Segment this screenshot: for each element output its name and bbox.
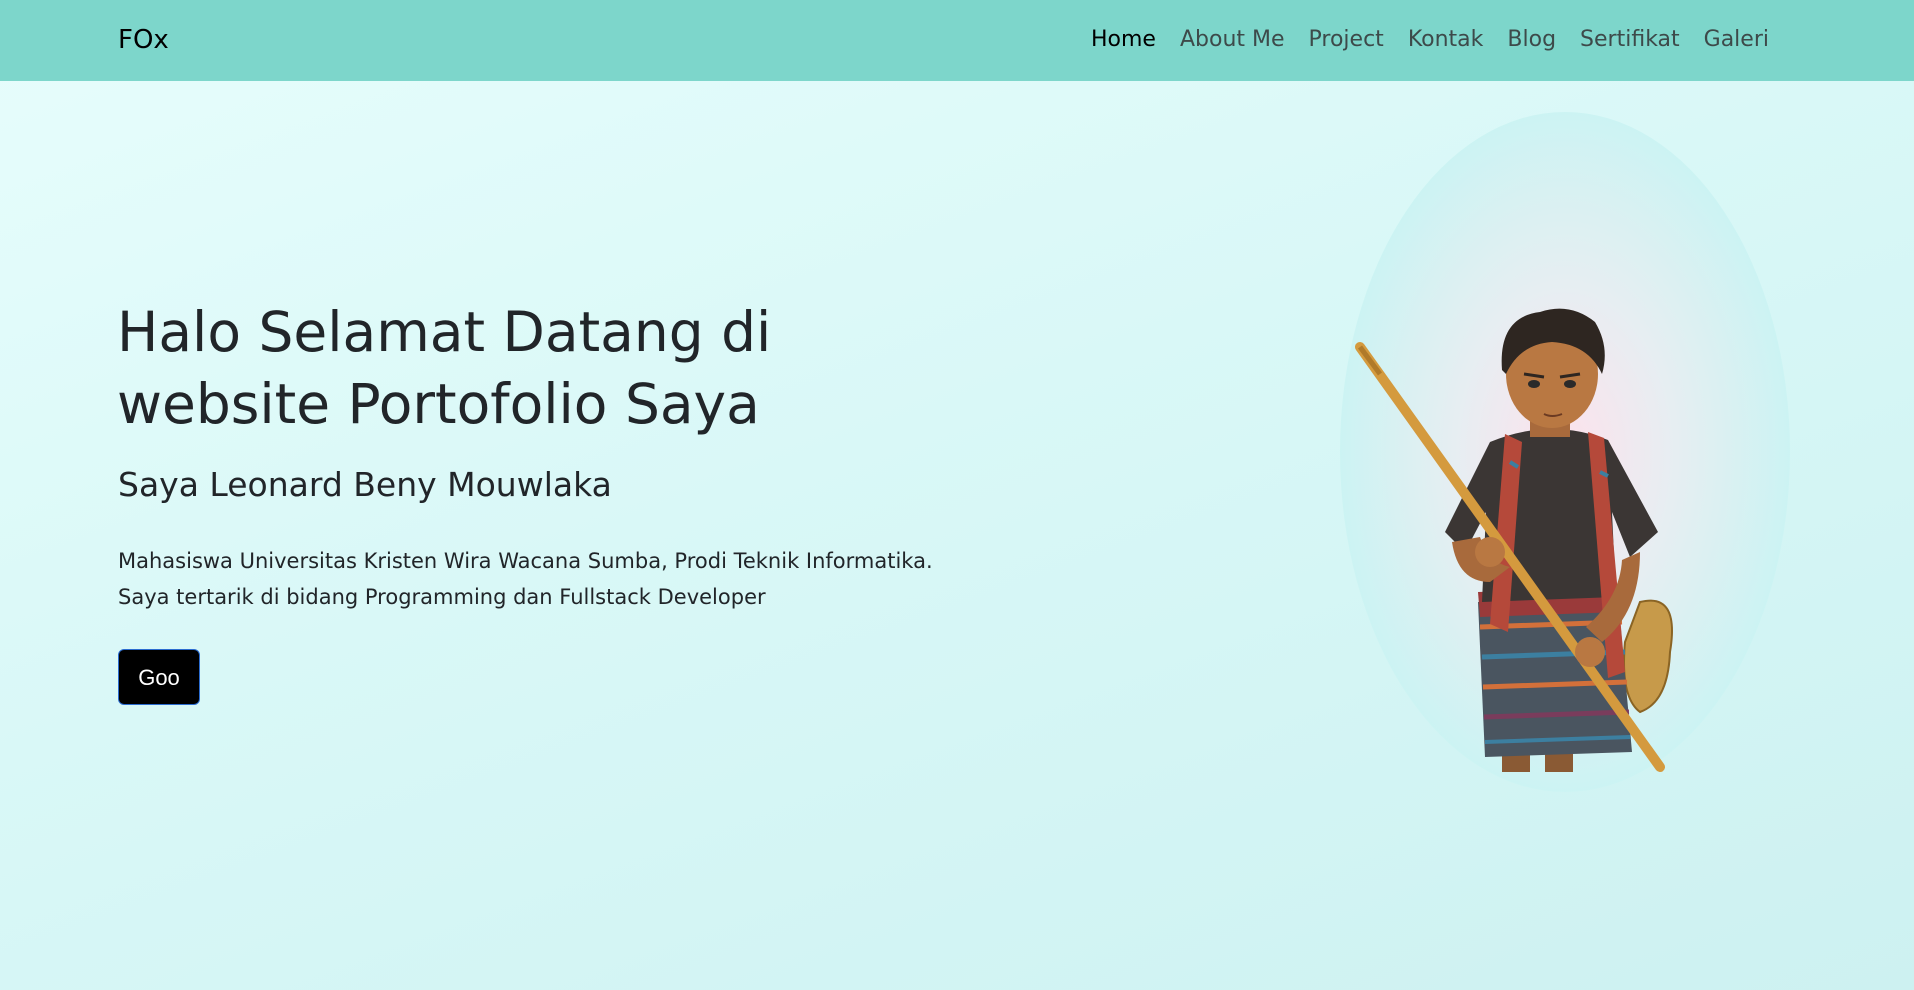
nav-links: Home About Me Project Kontak Blog Sertif… [1079,22,1781,58]
nav-link-kontak[interactable]: Kontak [1396,22,1496,58]
nav-link-about-me[interactable]: About Me [1168,22,1297,58]
hero-title-line-1: Halo Selamat Datang di [117,300,772,364]
nav-link-project[interactable]: Project [1297,22,1396,58]
cta-button[interactable]: Goo [118,649,200,705]
nav-link-home[interactable]: Home [1079,22,1168,58]
hero-description-line-1: Mahasiswa Universitas Kristen Wira Wacan… [118,549,933,573]
hero-subtitle: Saya Leonard Beny Mouwlaka [118,465,612,504]
profile-illustration [1340,112,1790,792]
brand-logo[interactable]: FOx [118,22,169,58]
hero-description-line-2: Saya tertarik di bidang Programming dan … [118,585,766,609]
navbar: FOx Home About Me Project Kontak Blog Se… [0,0,1914,81]
character-illustration [1355,308,1673,772]
nav-link-blog[interactable]: Blog [1495,22,1568,58]
hero-title: Halo Selamat Datang di website Portofoli… [117,296,937,440]
hero-description: Mahasiswa Universitas Kristen Wira Wacan… [118,543,933,615]
nav-link-galeri[interactable]: Galeri [1692,22,1781,58]
nav-link-sertifikat[interactable]: Sertifikat [1568,22,1692,58]
hero-title-line-2: website Portofolio Saya [117,372,760,436]
